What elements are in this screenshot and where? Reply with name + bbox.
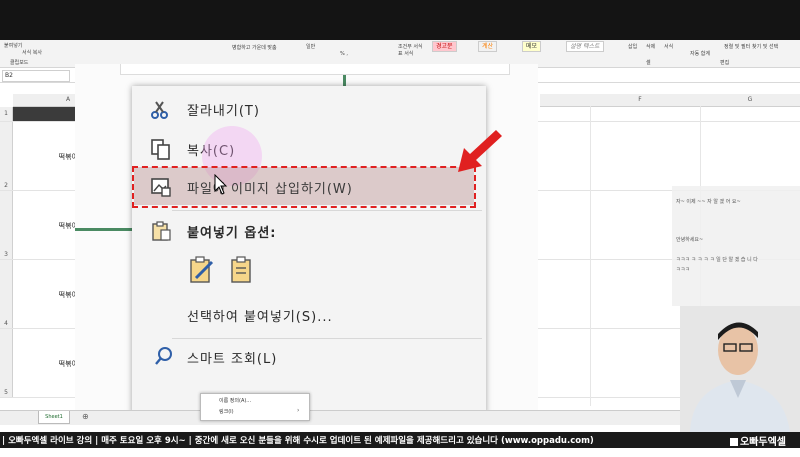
menu-item-cut-label: 잘라내기(T) [187, 104, 260, 119]
red-arrow-icon [458, 130, 502, 172]
table-format-button[interactable]: 표 서식 [398, 50, 413, 57]
paste-options-label: 붙여넣기 옵션: [187, 226, 277, 241]
link-item[interactable]: 링크(I) [219, 408, 234, 415]
column-header-g[interactable]: G [700, 94, 800, 107]
conditional-format-button[interactable]: 조건부 서식 [398, 43, 423, 50]
chat-message: ㅋㅋㅋ ㅋ ㅋ ㅋ ㅋ 일 단 알 겠 습 니 다 [676, 257, 758, 263]
grid-line [590, 106, 591, 406]
zoom-gridline [75, 228, 135, 231]
format-cells-button[interactable]: 서식 [664, 43, 673, 50]
style-calc[interactable]: 계산 [478, 41, 498, 52]
chat-message: ㅋㅋㅋ [676, 267, 690, 273]
chat-message: 안녕하세요~ [676, 237, 704, 243]
cell-value[interactable]: 떡볶이 [40, 359, 78, 369]
row-header-2[interactable]: 2 [0, 122, 13, 190]
live-chat-panel: 자~ 이제 ~~ 자 알 겠 어 요~ 안녕하세요~ ㅋㅋㅋ ㅋㅋㅋ ㅋ ㅋ ㅋ… [672, 186, 800, 306]
find-select-button[interactable]: 찾기 및 선택 [752, 43, 778, 50]
paste-values-icon [231, 256, 251, 283]
cell-value[interactable]: 떡볶이 [40, 152, 78, 162]
presenter-webcam [680, 306, 800, 432]
menu-item-cut[interactable]: 잘라내기(T) [132, 90, 486, 128]
chat-message: 자~ 이제 ~~ 자 알 겠 어 요~ [676, 199, 741, 205]
percent-button[interactable]: % , [340, 51, 348, 57]
brand-logo: 오빠두엑셀 [730, 433, 786, 448]
menu-item-copy[interactable]: 복사(C) [132, 130, 486, 168]
sub-context-menu: 이름 정의(A)... 링크(I) › [200, 393, 310, 421]
format-copy-button[interactable]: 서식 복사 [22, 49, 42, 56]
brand-name: 오빠두엑셀 [740, 437, 786, 448]
paste-formatting-icon [190, 256, 214, 283]
autosum-button[interactable]: 자동 합계 [690, 50, 710, 57]
delete-cells-button[interactable]: 삭제 [646, 43, 655, 50]
row-header-1[interactable]: 1 [0, 107, 13, 121]
paste-icon [152, 221, 171, 241]
menu-item-paste-special[interactable]: 선택하여 붙여넣기(S)... [132, 300, 486, 338]
paste-option-values[interactable] [228, 254, 256, 286]
name-box[interactable]: B2 [2, 70, 70, 82]
sheet-tab-sheet1[interactable]: Sheet1 [38, 411, 70, 424]
copy-icon [151, 139, 170, 160]
insert-cells-button[interactable]: 삽입 [628, 43, 637, 50]
cell-value[interactable]: 떡볶이 [40, 290, 78, 300]
sort-filter-button[interactable]: 정렬 및 필터 [724, 43, 750, 50]
style-note[interactable]: 메모 [522, 41, 542, 52]
menu-item-smart-lookup[interactable]: 스마트 조회(L) [132, 340, 486, 378]
brand-mark-icon [730, 438, 738, 446]
edit-group-label: 편집 [720, 60, 730, 66]
paste-special-label: 선택하여 붙여넣기(S)... [187, 310, 333, 325]
search-icon [155, 347, 172, 365]
menu-paste-options-header: 붙여넣기 옵션: [132, 214, 486, 252]
row-header-5[interactable]: 5 [0, 329, 13, 397]
row-header-3[interactable]: 3 [0, 191, 13, 259]
zoom-top-edge [120, 64, 510, 75]
window-top-bar [0, 0, 800, 40]
cell-group-label: 셀 [646, 60, 651, 66]
smart-lookup-label: 스마트 조회(L) [187, 352, 278, 367]
style-bad[interactable]: 경고문 [432, 41, 457, 52]
menu-separator [172, 338, 482, 339]
paste-option-format[interactable] [188, 254, 216, 286]
highlight-dashed-box [132, 166, 476, 208]
style-desc[interactable]: 설명 텍스트 [566, 41, 604, 52]
row-header-4[interactable]: 4 [0, 260, 13, 328]
scissors-icon [151, 101, 168, 119]
clipboard-group-label: 클립보드 [10, 60, 29, 66]
chevron-right-icon: › [297, 407, 300, 414]
number-format-select[interactable]: 일반 [306, 43, 315, 50]
menu-separator [172, 210, 482, 211]
merge-center-button[interactable]: 병합하고 가운데 맞춤 [232, 44, 277, 51]
define-name-item[interactable]: 이름 정의(A)... [219, 397, 251, 404]
presenter-image [680, 306, 800, 432]
banner-text: | 오빠두엑셀 라이브 강의 | 매주 토요일 오후 9시~ | 중간에 새로 … [2, 436, 594, 446]
add-sheet-icon[interactable]: ⊕ [82, 412, 89, 421]
paste-button[interactable]: 붙여넣기 [4, 42, 22, 49]
cell-value[interactable]: 떡볶이 [40, 221, 78, 231]
